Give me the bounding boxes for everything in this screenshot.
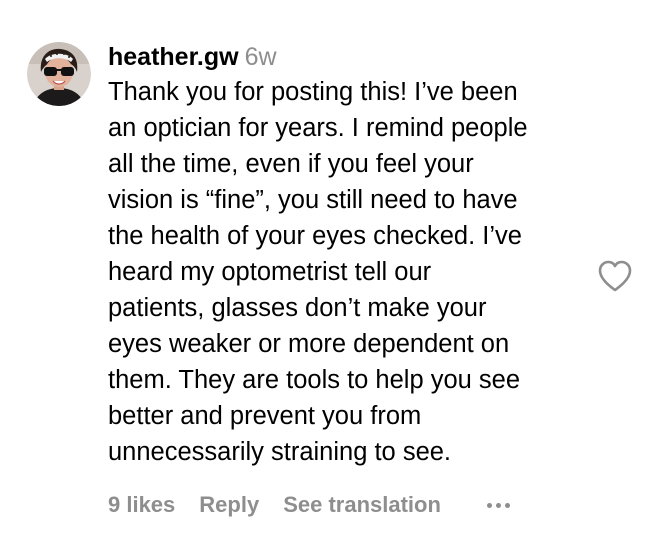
more-dot — [486, 502, 492, 508]
comment-text-line: all the time, even if you feel your — [108, 150, 474, 178]
comment-text-line: better and prevent you from — [108, 402, 422, 430]
comment-text-line: the health of your eyes checked. I’ve — [108, 222, 522, 250]
username-link[interactable]: heather.gw — [108, 43, 239, 71]
comment-text-line: patients, glasses don’t make your — [108, 294, 487, 322]
comment-item: heather.gw 6w Thank you for posting this!… — [0, 0, 660, 550]
comment-text-line: eyes weaker or more dependent on — [108, 330, 510, 358]
comment-text-line: Thank you for posting this! I’ve been — [108, 78, 518, 106]
comment-text-line: unnecessarily straining to see. — [108, 438, 452, 466]
see-translation-button[interactable]: See translation — [283, 492, 441, 518]
comment-text-line: an optician for years. I remind people — [108, 114, 528, 142]
comment-text-line: vision is “fine”, you still need to have — [108, 186, 518, 214]
avatar[interactable] — [27, 42, 91, 106]
comment-text-line: them. They are tools to help you see — [108, 366, 521, 394]
more-dot — [504, 502, 510, 508]
comment-timestamp[interactable]: 6w — [245, 43, 277, 71]
more-horizontal-icon[interactable] — [486, 488, 510, 522]
more-dot — [495, 502, 501, 508]
likes-count-link[interactable]: 9 likes — [108, 492, 175, 518]
comment-text-line: heard my optometrist tell our — [108, 258, 432, 286]
comment-text: Thank you for posting this! I’ve been an… — [108, 74, 608, 470]
comment-content: heather.gw 6w Thank you for posting this!… — [108, 40, 608, 470]
heart-outline-icon[interactable] — [597, 259, 633, 293]
comment-header: heather.gw 6w — [108, 40, 608, 74]
avatar-image — [27, 42, 91, 106]
reply-button[interactable]: Reply — [199, 492, 259, 518]
like-button-graphic — [598, 260, 632, 292]
comment-actions: 9 likes Reply See translation — [108, 488, 510, 522]
